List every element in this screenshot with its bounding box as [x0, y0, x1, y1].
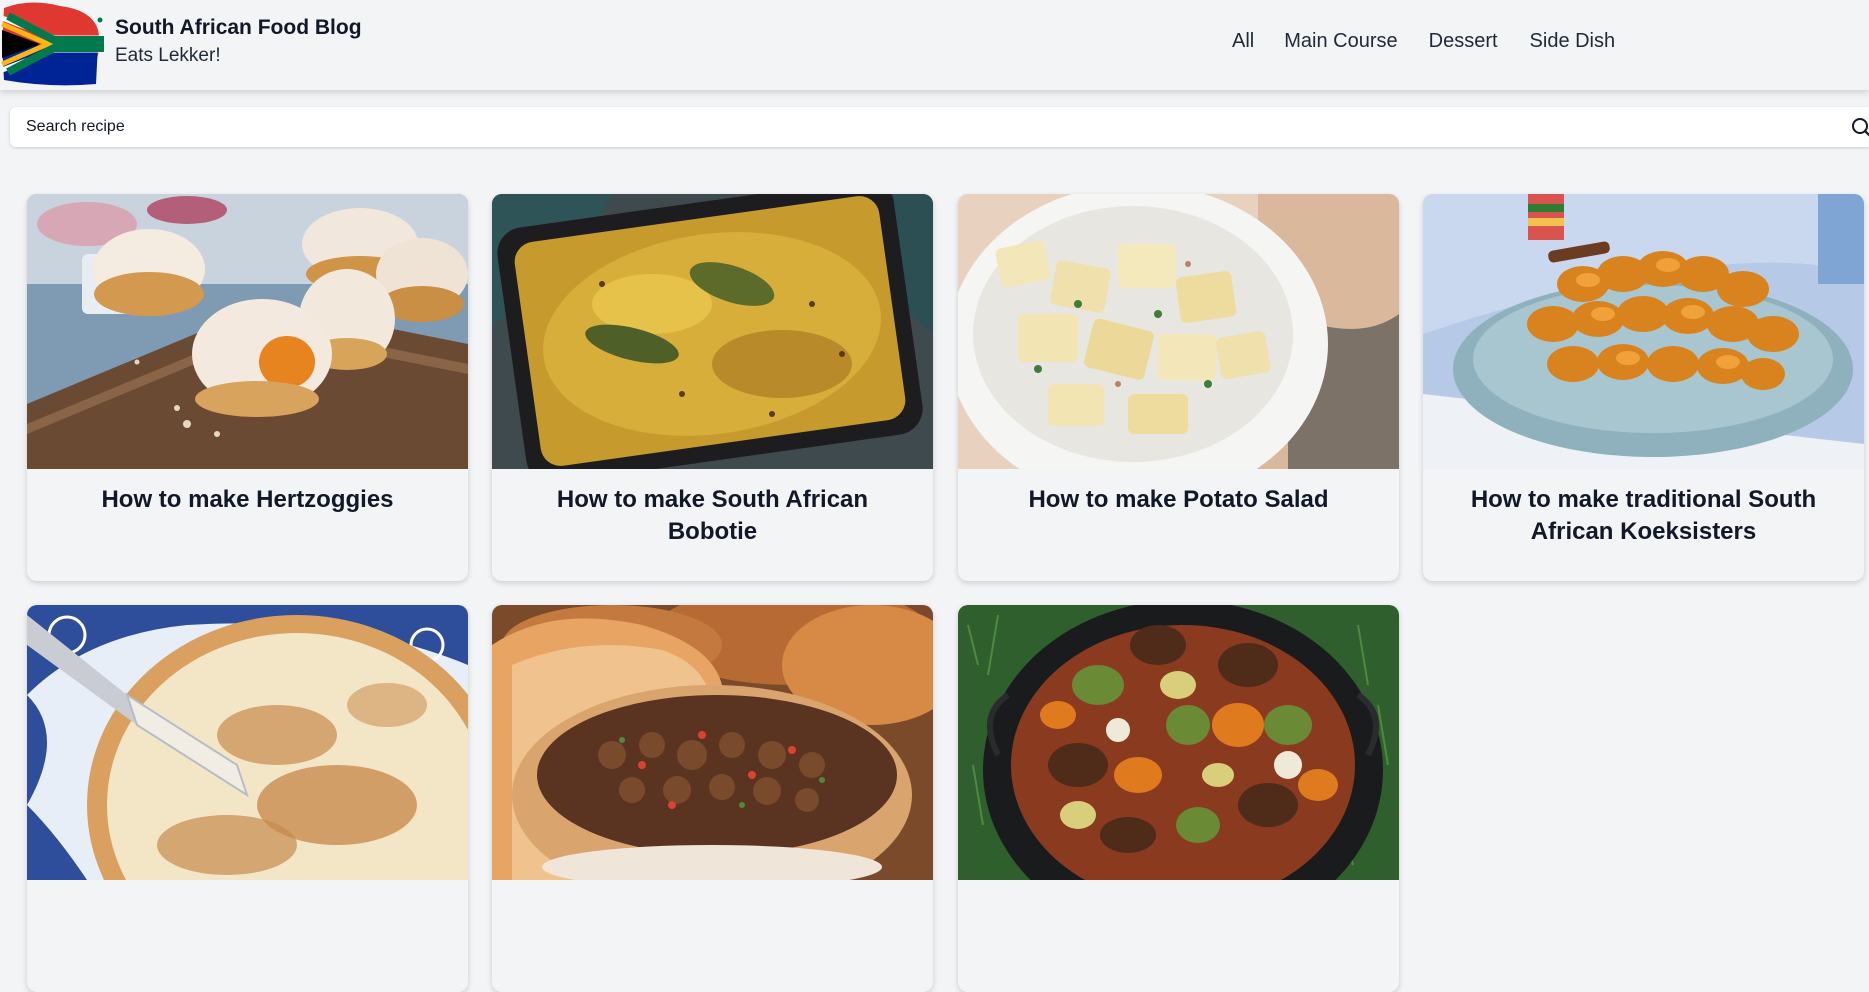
search-input[interactable] [10, 107, 1830, 147]
site-title[interactable]: South African Food Blog [115, 16, 362, 40]
recipe-title[interactable]: How to make Hertzoggies [47, 484, 448, 516]
nav-item-dessert[interactable]: Dessert [1429, 30, 1498, 53]
recipe-image[interactable] [27, 605, 468, 880]
recipe-image[interactable] [958, 194, 1399, 469]
south-african-flag-logo[interactable] [0, 0, 106, 86]
recipe-card[interactable] [27, 605, 468, 992]
category-nav: All Main Course Dessert Side Dish [1232, 30, 1615, 53]
recipe-image[interactable] [958, 605, 1399, 880]
recipe-card[interactable] [958, 605, 1399, 992]
recipe-card[interactable] [492, 605, 933, 992]
recipe-title[interactable]: How to make Potato Salad [978, 484, 1379, 516]
recipe-image[interactable] [27, 194, 468, 469]
site-header: South African Food Blog Eats Lekker! All… [0, 0, 1869, 90]
nav-item-side-dish[interactable]: Side Dish [1530, 30, 1616, 53]
search-bar [10, 107, 1869, 147]
recipe-image[interactable] [1423, 194, 1864, 469]
recipe-title[interactable]: How to make traditional South African Ko… [1443, 484, 1844, 548]
nav-item-main-course[interactable]: Main Course [1284, 30, 1397, 53]
recipe-card[interactable]: How to make South African Bobotie [492, 194, 933, 581]
recipe-title[interactable]: How to make South African Bobotie [512, 484, 913, 548]
nav-item-all[interactable]: All [1232, 30, 1254, 53]
site-tagline: Eats Lekker! [115, 45, 221, 66]
recipe-image[interactable] [492, 194, 933, 469]
recipe-card[interactable]: How to make traditional South African Ko… [1423, 194, 1864, 581]
recipe-image[interactable] [492, 605, 933, 880]
search-icon[interactable] [1850, 116, 1869, 140]
recipe-card[interactable]: How to make Potato Salad [958, 194, 1399, 581]
recipe-card[interactable]: How to make Hertzoggies [27, 194, 468, 581]
